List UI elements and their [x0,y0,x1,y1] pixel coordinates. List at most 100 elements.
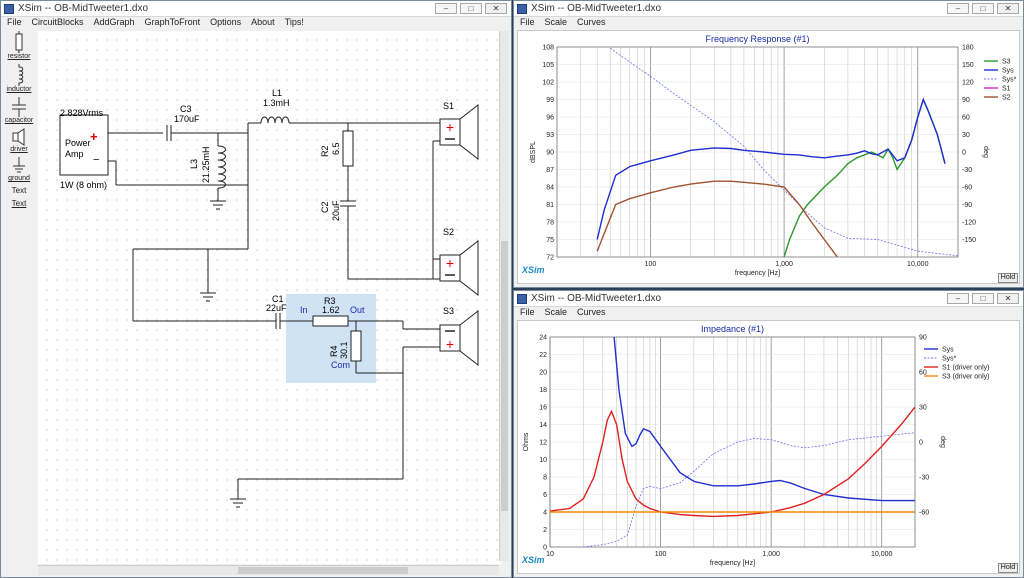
y2-tick-label: -30 [919,475,929,482]
close-icon[interactable]: ✕ [997,3,1019,14]
tool-resistor[interactable]: resistor [3,31,35,61]
minimize-icon[interactable]: – [947,293,969,304]
x-tick-label: 100 [645,261,657,268]
maximize-icon[interactable]: □ [972,293,994,304]
y-tick-label: 12 [539,440,547,447]
freq-titlebar[interactable]: XSim -- OB-MidTweeter1.dxo – □ ✕ [514,1,1023,17]
y2-tick-label: -90 [962,202,972,209]
tool-text-underlined[interactable]: Text [3,199,35,209]
y2-tick-label: 30 [962,132,970,139]
driver-s3-label: S3 [443,306,455,316]
series-line-s2 [596,180,838,257]
menu-about[interactable]: About [251,17,275,30]
impedance-chart: Impedance (#1)24222018161412108642090603… [521,324,989,567]
menu-graphtofront[interactable]: GraphToFront [145,17,201,30]
horizontal-scrollbar[interactable] [38,565,499,575]
tool-inductor[interactable]: inductor [3,64,35,94]
hold-button[interactable]: Hold [998,563,1018,573]
menu-file[interactable]: File [520,17,535,30]
maximize-icon[interactable]: □ [972,3,994,14]
y-tick-label: 108 [542,45,554,52]
driver-s2-label: S2 [443,227,455,237]
series-line-sys- [583,432,915,547]
c2-name: C2 [320,201,330,213]
r2-value: 6.5 [331,142,341,155]
hold-button[interactable]: Hold [998,273,1018,283]
driver-s1[interactable]: + [439,103,479,161]
y-axis-label: dBSPL [530,141,537,163]
x-tick-label: 10,000 [871,551,893,558]
capacitor-icon [12,97,26,117]
resistor-icon [15,31,23,53]
tool-text[interactable]: Text [3,186,35,196]
schematic-menubar: File CircuitBlocks AddGraph GraphToFront… [1,17,511,30]
scroll-thumb[interactable] [501,241,508,511]
menu-circuitblocks[interactable]: CircuitBlocks [32,17,84,30]
schematic-window: XSim -- OB-MidTweeter1.dxo – □ ✕ File Ci… [0,0,512,578]
freq-plot-area: Frequency Response (#1) 108 105 102 99 96 93 90… [517,30,1020,284]
x-axis-label: frequency [Hz] [735,270,780,277]
x-tick-label: 1,000 [762,551,780,558]
imp-window-title: XSim -- OB-MidTweeter1.dxo [531,293,662,304]
y-tick-label: 90 [546,150,554,157]
menu-file[interactable]: File [7,17,22,30]
close-icon[interactable]: ✕ [485,3,507,14]
y2-tick-label: 90 [919,335,927,342]
menu-tips[interactable]: Tips! [285,17,304,30]
driver-s2[interactable]: + [439,239,479,297]
y2-tick-label: -60 [919,510,929,517]
tool-capacitor[interactable]: capacitor [3,97,35,125]
l1-value: 1.3mH [263,98,290,108]
maximize-icon[interactable]: □ [460,3,482,14]
app-icon [4,3,14,14]
tool-label: resistor [7,53,31,60]
series-line-s1-driver-only- [550,406,915,518]
menu-file[interactable]: File [520,307,535,320]
vertical-scrollbar[interactable] [499,31,509,561]
y2-tick-label: 0 [962,150,966,157]
menu-curves[interactable]: Curves [577,307,606,320]
menu-addgraph[interactable]: AddGraph [94,17,135,30]
y2-tick-label: -120 [962,220,976,227]
y-tick-label: 78 [546,220,554,227]
r2-name: R2 [320,145,330,157]
amp-label-line1: Power [65,138,91,148]
schematic-drawing: + + + [59,103,479,508]
tool-ground[interactable]: ground [3,157,35,183]
ground-icon [13,157,25,173]
y2-tick-label: 60 [962,115,970,122]
menu-scale[interactable]: Scale [545,17,568,30]
amp-minus: − [93,154,100,166]
text-tool: Text [11,186,27,195]
legend-label: S1 (driver only) [942,365,989,372]
y-tick-label: 4 [543,510,547,517]
minimize-icon[interactable]: – [435,3,457,14]
r4-name: R4 [329,345,339,357]
tool-driver[interactable]: driver [3,128,35,154]
close-icon[interactable]: ✕ [997,293,1019,304]
scroll-thumb[interactable] [238,567,408,574]
y-tick-label: 93 [546,132,554,139]
app-icon [517,293,527,304]
amp-voltage: 2.828Vrms [60,108,104,118]
svg-text:+: + [446,336,454,352]
minimize-icon[interactable]: – [947,3,969,14]
imp-titlebar[interactable]: XSim -- OB-MidTweeter1.dxo – □ ✕ [514,291,1023,307]
y2-axis-label: deg [982,146,989,158]
menu-scale[interactable]: Scale [545,307,568,320]
schematic-title: XSim -- OB-MidTweeter1.dxo [18,3,149,14]
menu-curves[interactable]: Curves [577,17,606,30]
schematic-titlebar[interactable]: XSim -- OB-MidTweeter1.dxo – □ ✕ [1,1,511,17]
amp-power: 1W (8 ohm) [60,180,108,190]
menu-options[interactable]: Options [210,17,241,30]
schematic-canvas[interactable]: + + + 2.828Vrms Power Amp + − 1W (8 ohm)… [38,31,501,564]
x-tick-label: 10,000 [907,261,929,268]
svg-text:+: + [446,255,454,271]
y-tick-label: 14 [539,422,547,429]
x-tick-label: 1,000 [775,261,793,268]
tool-label: capacitor [4,117,34,124]
y2-tick-label: -150 [962,237,976,244]
driver-s3[interactable]: + [439,309,479,367]
y-tick-label: 84 [546,185,554,192]
r4-value: 30.1 [339,341,349,359]
